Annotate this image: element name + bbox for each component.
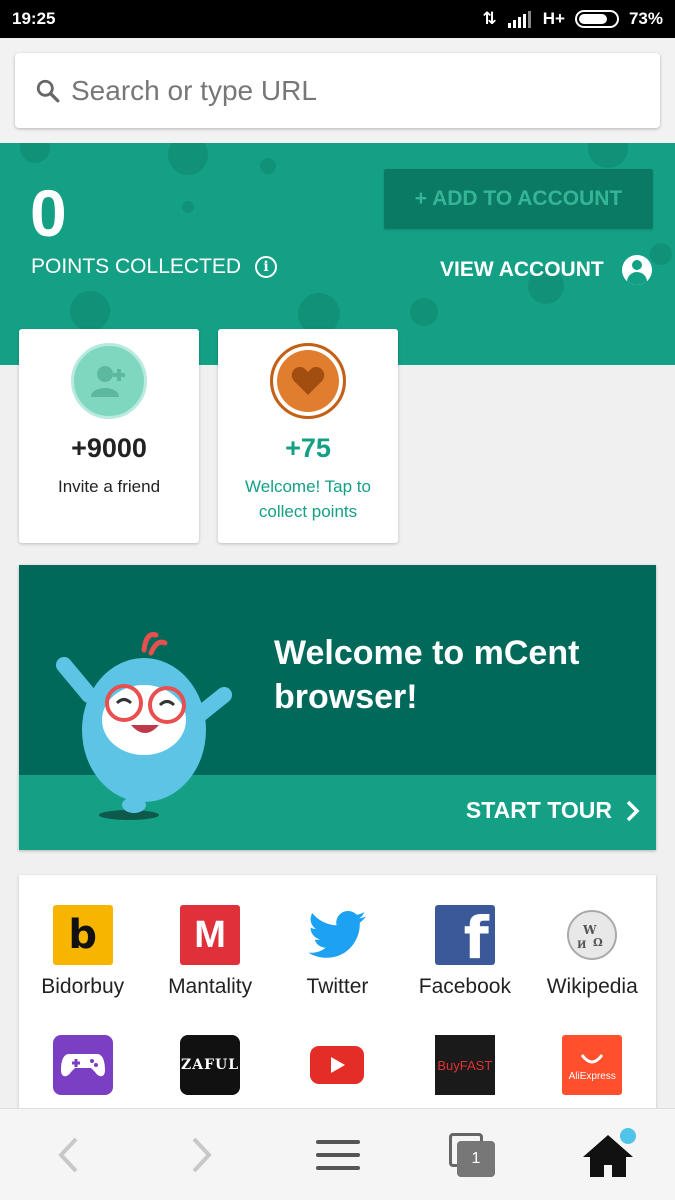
facebook-icon: f xyxy=(434,905,495,965)
forward-button[interactable] xyxy=(172,1129,232,1181)
network-type: H+ xyxy=(542,9,565,28)
twitter-icon xyxy=(307,905,367,965)
url-bar-area xyxy=(0,38,675,143)
home-icon xyxy=(581,1125,639,1179)
decor-bubble xyxy=(588,143,628,168)
data-transfer-icon: ⇅ xyxy=(482,9,497,28)
points-label-row: POINTS COLLECTED i xyxy=(31,255,278,279)
shortcut-grid: b Bidorbuy M Mantality Twitter f Faceboo… xyxy=(19,875,656,1115)
shortcut-label: Bidorbuy xyxy=(41,975,125,998)
search-icon xyxy=(36,79,60,102)
invite-points: +9000 xyxy=(71,433,147,463)
view-account-button[interactable]: VIEW ACCOUNT xyxy=(440,255,652,285)
start-tour-button[interactable]: START TOUR xyxy=(466,797,640,824)
hamburger-menu-icon xyxy=(316,1140,360,1170)
chevron-left-icon xyxy=(58,1137,78,1173)
youtube-icon xyxy=(307,1035,367,1095)
shortcut-label: Twitter xyxy=(306,975,369,998)
svg-text:Ω: Ω xyxy=(593,936,603,949)
banner-title: Welcome to mCent browser! xyxy=(274,634,580,716)
add-friend-icon xyxy=(71,343,147,419)
welcome-banner[interactable]: Welcome to mCent browser! START TOUR xyxy=(19,565,656,850)
shortcut-facebook[interactable]: f Facebook xyxy=(401,905,528,1035)
welcome-points-card[interactable]: +75 Welcome! Tap to collect points xyxy=(218,329,398,543)
points-label: POINTS COLLECTED xyxy=(31,255,242,278)
decor-bubble xyxy=(650,243,672,265)
zaful-icon: ZAFUL xyxy=(180,1035,241,1095)
decor-bubble xyxy=(70,291,110,331)
shortcut-label: Mantality xyxy=(168,975,253,998)
status-time: 19:25 xyxy=(12,9,56,28)
add-to-account-button[interactable]: + ADD TO ACCOUNT xyxy=(384,169,653,229)
buyfast-icon: BuyFAST xyxy=(434,1035,495,1095)
decor-bubble xyxy=(168,143,208,175)
signal-icon xyxy=(507,11,531,28)
welcome-points: +75 xyxy=(285,433,331,463)
shortcut-twitter[interactable]: Twitter xyxy=(274,905,401,1035)
chevron-right-icon xyxy=(192,1137,212,1173)
status-bar: 19:25 ⇅ H+ 73% xyxy=(0,0,675,38)
search-box[interactable] xyxy=(15,53,660,128)
invite-friend-card[interactable]: +9000 Invite a friend xyxy=(19,329,199,543)
shortcut-label: Wikipedia xyxy=(546,975,638,998)
welcome-text: Welcome! Tap to collect points xyxy=(245,477,371,521)
decor-bubble xyxy=(20,143,50,163)
search-input[interactable] xyxy=(71,74,631,107)
gamepad-icon xyxy=(52,1035,113,1095)
tabs-icon: 1 xyxy=(449,1133,495,1177)
svg-text:И: И xyxy=(577,940,586,951)
notification-dot xyxy=(617,1125,639,1147)
decor-bubble xyxy=(182,201,194,213)
decor-bubble xyxy=(260,158,276,174)
shortcut-bidorbuy[interactable]: b Bidorbuy xyxy=(19,905,146,1035)
home-button[interactable] xyxy=(578,1125,639,1181)
start-tour-label: START TOUR xyxy=(465,797,612,823)
invite-text: Invite a friend xyxy=(57,477,161,496)
mascot-illustration xyxy=(56,632,232,820)
back-button[interactable] xyxy=(38,1129,98,1181)
tab-count: 1 xyxy=(457,1141,495,1177)
shortcut-wikipedia[interactable]: W Ω И Wikipedia xyxy=(529,905,656,1035)
view-account-label: VIEW ACCOUNT xyxy=(440,258,604,281)
mantality-icon: M xyxy=(180,905,241,965)
account-icon xyxy=(621,255,652,285)
aliexpress-icon: AliExpress xyxy=(562,1035,623,1095)
tabs-button[interactable]: 1 xyxy=(442,1129,502,1181)
bottom-navigation: 1 xyxy=(0,1108,675,1200)
chevron-right-icon xyxy=(626,800,640,821)
shortcut-label: Facebook xyxy=(418,975,511,998)
bidorbuy-icon: b xyxy=(52,905,113,965)
battery-level: 73% xyxy=(628,9,663,28)
info-icon[interactable]: i xyxy=(255,256,278,278)
shortcut-mantality[interactable]: M Mantality xyxy=(146,905,273,1035)
battery-icon xyxy=(574,10,619,28)
heart-icon xyxy=(270,343,346,419)
status-indicators: ⇅ H+ 73% xyxy=(482,9,663,29)
svg-text:W: W xyxy=(582,923,597,937)
menu-button[interactable] xyxy=(308,1129,368,1181)
points-count: 0 xyxy=(30,176,67,250)
wikipedia-icon: W Ω И xyxy=(562,905,622,965)
decor-bubble xyxy=(410,298,438,326)
